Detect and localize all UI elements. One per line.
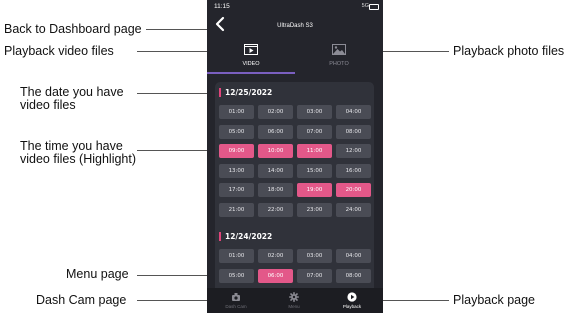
time-slot-highlighted[interactable]: 09:00 [219,144,254,158]
time-slot[interactable]: 15:00 [297,163,332,178]
nav-playback-label: Playback [342,304,362,309]
active-tab-indicator [207,72,295,74]
callout-photo: Playback photo files [453,44,565,58]
time-slot[interactable]: 18:00 [258,183,293,197]
time-slot-highlighted[interactable]: 10:00 [258,144,293,158]
media-tabs: VIDEO PHOTO [207,40,383,76]
time-slot[interactable]: 22:00 [258,202,293,217]
time-slot[interactable]: 08:00 [336,268,371,283]
time-slot[interactable]: 08:00 [336,124,371,139]
tab-photo-label: PHOTO [329,61,349,67]
callout-playback: Playback page [453,293,536,307]
time-slot[interactable]: 02:00 [258,249,293,263]
tab-video-label: VIDEO [242,61,260,67]
gear-icon [289,292,299,302]
nav-dashcam[interactable]: Dash Cam [207,288,265,313]
video-icon [244,44,258,55]
phone-screen: 11:15 5G UltraDash S3 VIDEO PHOTO 12/25/… [207,0,383,313]
time-slot[interactable]: 24:00 [336,202,371,217]
status-bar: 11:15 5G [207,0,383,14]
callout-time-line2: video files (Highlight) [20,152,137,166]
time-slot[interactable]: 05:00 [219,268,254,283]
time-slot[interactable]: 07:00 [297,268,332,283]
leader-time [137,150,217,151]
time-slot[interactable]: 17:00 [219,183,254,197]
time-slot[interactable]: 21:00 [219,202,254,217]
time-slot[interactable]: 12:00 [336,144,371,158]
time-slot[interactable]: 03:00 [297,249,332,263]
callout-menu: Menu page [66,267,129,281]
file-list: 12/25/2022 01:00 02:00 03:00 04:00 05:00 06:00… [215,82,374,313]
date-marker [219,88,221,97]
status-time: 11:15 [214,3,230,10]
time-slot[interactable]: 05:00 [219,124,254,139]
app-title: UltraDash S3 [277,23,313,29]
time-slot[interactable]: 04:00 [336,249,371,263]
nav-playback[interactable]: Playback [323,288,381,313]
callout-dashcam: Dash Cam page [36,293,127,307]
nav-menu-label: Menu [288,304,300,309]
callout-time: The time you have video files (Highlight… [20,140,136,166]
tab-photo[interactable]: PHOTO [295,40,383,74]
time-slot[interactable]: 16:00 [336,163,371,178]
time-slot[interactable]: 01:00 [219,249,254,263]
date-label: 12/24/2022 [225,232,273,241]
nav-menu[interactable]: Menu [265,288,323,313]
time-slot[interactable]: 03:00 [297,105,332,119]
time-slot[interactable]: 04:00 [336,105,371,119]
battery-icon [369,4,379,10]
time-slot[interactable]: 23:00 [297,202,332,217]
tab-video[interactable]: VIDEO [207,40,295,74]
network-indicator: 5G [361,3,369,9]
time-slot[interactable]: 01:00 [219,105,254,119]
top-bar: UltraDash S3 [207,14,383,36]
nav-dashcam-label: Dash Cam [225,304,247,309]
callout-date-line2: video files [20,98,76,112]
callout-date: The date you have video files [20,86,124,112]
photo-icon [332,44,346,55]
callout-video: Playback video files [4,44,114,58]
time-slot-highlighted[interactable]: 20:00 [336,183,371,197]
date-label: 12/25/2022 [225,88,273,97]
time-slot-highlighted[interactable]: 11:00 [297,144,332,158]
dashcam-icon [232,293,240,301]
date-marker [219,232,221,241]
time-slot[interactable]: 07:00 [297,124,332,139]
time-slot[interactable]: 02:00 [258,105,293,119]
time-slot[interactable]: 06:00 [258,124,293,139]
time-slot-highlighted[interactable]: 06:00 [258,268,293,283]
bottom-nav: Dash Cam Menu Playback [207,288,383,313]
time-slot[interactable]: 14:00 [258,163,293,178]
time-slot-highlighted[interactable]: 19:00 [297,183,332,197]
leader-back [146,29,214,30]
callout-back: Back to Dashboard page [4,22,142,36]
time-slot[interactable]: 13:00 [219,163,254,178]
play-icon [347,292,357,302]
